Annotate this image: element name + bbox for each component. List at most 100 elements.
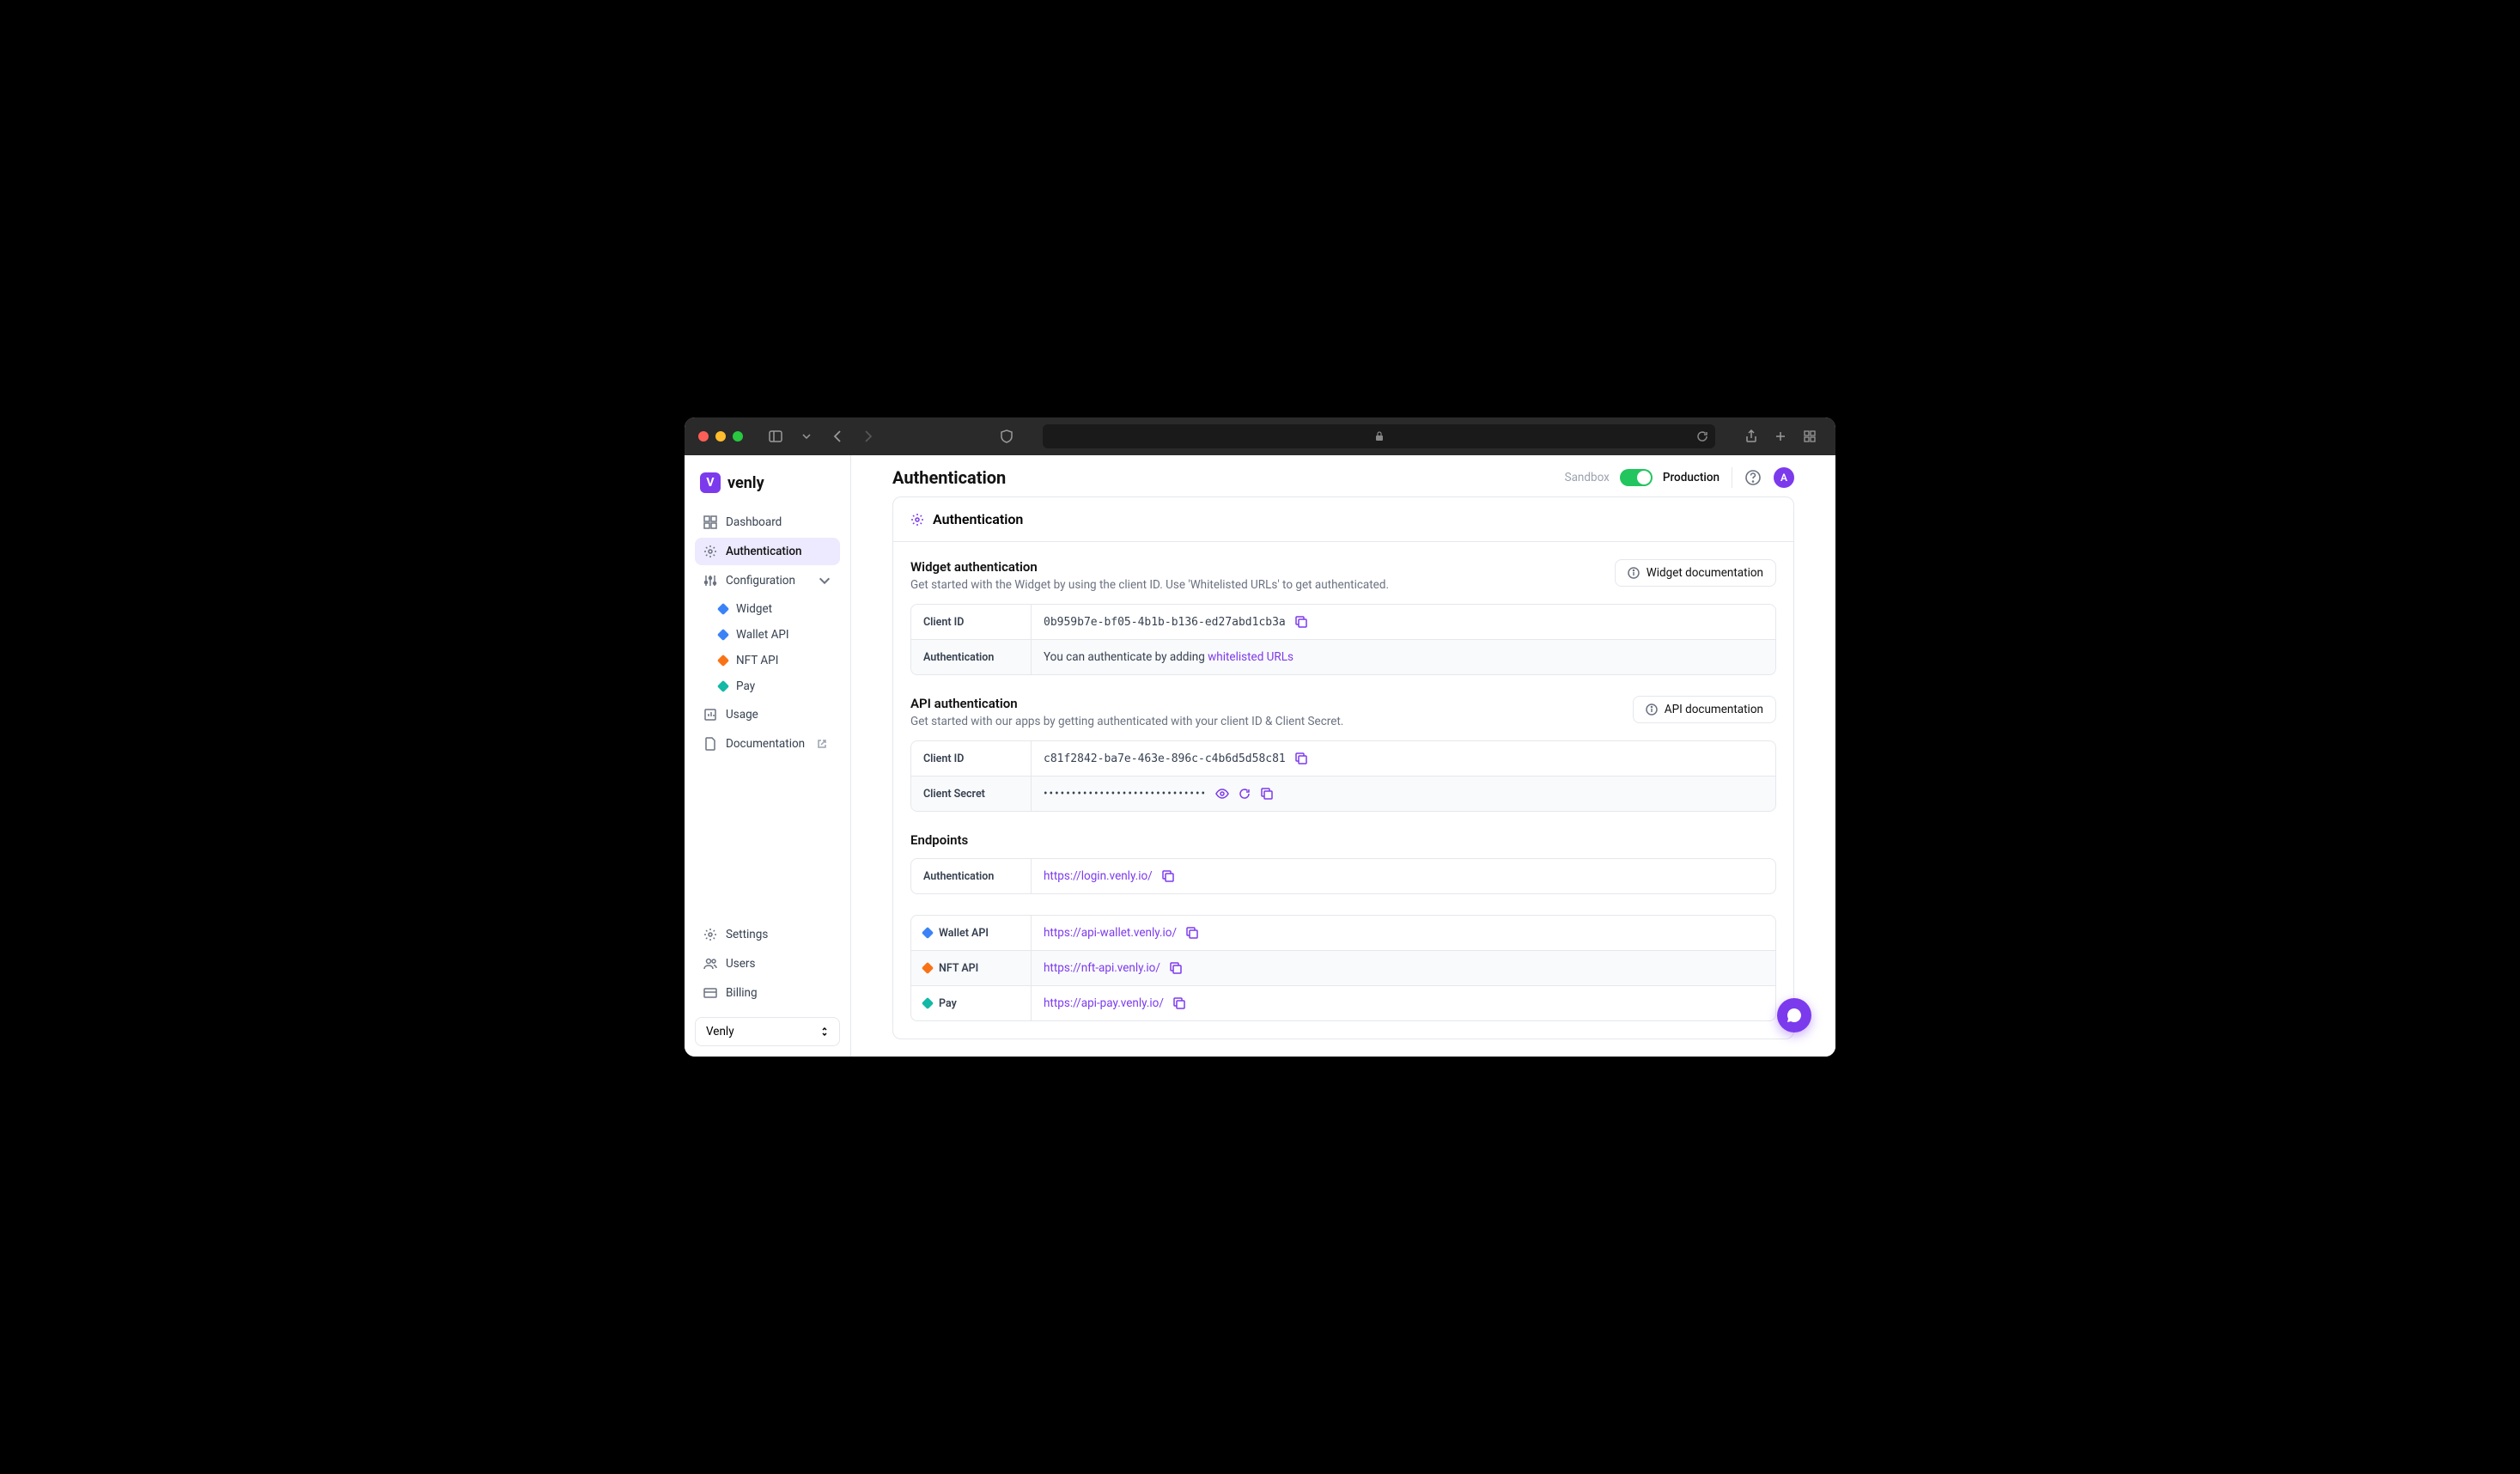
sidebar-item-wallet-api[interactable]: Wallet API (710, 622, 840, 648)
env-toggle[interactable] (1620, 469, 1653, 486)
cell-label: Pay (911, 986, 1032, 1020)
cell-label: Authentication (911, 640, 1032, 674)
copy-icon[interactable] (1260, 787, 1274, 801)
nav-label: Billing (726, 986, 758, 1000)
api-section-head: API authentication Get started with our … (910, 696, 1776, 728)
sidebar-item-configuration[interactable]: Configuration (695, 567, 840, 594)
nav-label: Settings (726, 928, 768, 941)
nav-label: Documentation (726, 737, 805, 751)
api-doc-button[interactable]: API documentation (1633, 696, 1776, 723)
sidebar-item-users[interactable]: Users (695, 950, 840, 978)
gear-icon (910, 513, 924, 527)
auth-card: Authentication Widget authentication Get… (892, 496, 1794, 1039)
nav-main: Dashboard Authentication Configuration W… (695, 509, 840, 758)
document-icon (703, 737, 717, 751)
endpoints-table-2: Wallet API https://api-wallet.venly.io/ … (910, 915, 1776, 1021)
logo-text: venly (727, 474, 764, 492)
org-name: Venly (706, 1025, 734, 1038)
sidebar-item-settings[interactable]: Settings (695, 921, 840, 948)
logo[interactable]: V venly (695, 469, 840, 509)
forward-icon (856, 424, 880, 448)
cell-label: Client ID (911, 605, 1032, 639)
topbar: Authentication Sandbox Production A (851, 455, 1835, 496)
sidebar-item-widget[interactable]: Widget (710, 596, 840, 622)
endpoints-title: Endpoints (910, 832, 1776, 848)
diamond-icon (717, 655, 729, 667)
address-bar[interactable] (1043, 424, 1715, 448)
sort-icon (820, 1026, 829, 1038)
endpoints-table: Authentication https://login.venly.io/ (910, 858, 1776, 894)
sidebar-item-dashboard[interactable]: Dashboard (695, 509, 840, 536)
whitelisted-urls-link[interactable]: whitelisted URLs (1208, 650, 1293, 664)
help-icon[interactable] (1744, 469, 1762, 486)
new-tab-icon[interactable] (1768, 424, 1793, 448)
maximize-window[interactable] (733, 431, 743, 442)
widget-doc-button[interactable]: Widget documentation (1615, 559, 1776, 587)
section-title: API authentication (910, 696, 1343, 711)
org-selector[interactable]: Venly (695, 1017, 840, 1046)
cell-label: Client Secret (911, 777, 1032, 811)
nav-label: Authentication (726, 545, 802, 558)
tabs-icon[interactable] (1798, 424, 1822, 448)
chat-fab[interactable] (1777, 998, 1811, 1032)
chevron-down-icon[interactable] (794, 424, 819, 448)
cell-label: Client ID (911, 741, 1032, 776)
nav-label: Users (726, 957, 755, 971)
copy-icon[interactable] (1169, 961, 1183, 975)
client-id-value: 0b959b7e-bf05-4b1b-b136-ed27abd1cb3a (1044, 616, 1286, 629)
refresh-icon[interactable] (1696, 430, 1708, 442)
gear-icon (703, 545, 717, 558)
copy-icon[interactable] (1294, 615, 1308, 629)
endpoint-url[interactable]: https://login.venly.io/ (1044, 869, 1153, 883)
gear-icon (703, 928, 717, 941)
sidebar-item-usage[interactable]: Usage (695, 701, 840, 728)
endpoint-url[interactable]: https://api-pay.venly.io/ (1044, 996, 1164, 1010)
endpoint-url[interactable]: https://api-wallet.venly.io/ (1044, 926, 1177, 940)
config-submenu: Widget Wallet API NFT API Pay (695, 596, 840, 699)
credit-card-icon (703, 986, 717, 1000)
shield-icon[interactable] (995, 424, 1019, 448)
sandbox-label: Sandbox (1565, 471, 1610, 484)
page-title: Authentication (892, 467, 1006, 488)
nav-label: NFT API (736, 654, 778, 667)
copy-icon[interactable] (1185, 926, 1199, 940)
sidebar-item-nft-api[interactable]: NFT API (710, 648, 840, 673)
sidebar-item-billing[interactable]: Billing (695, 979, 840, 1007)
table-row: NFT API https://nft-api.venly.io/ (911, 951, 1775, 986)
chevron-down-icon (818, 574, 831, 588)
diamond-icon (922, 927, 934, 939)
traffic-lights (698, 431, 743, 442)
nav-label: Usage (726, 708, 758, 722)
chart-icon (703, 708, 717, 722)
sidebar: V venly Dashboard Authentication Configu… (685, 455, 851, 1057)
eye-icon[interactable] (1215, 787, 1229, 801)
copy-icon[interactable] (1294, 752, 1308, 765)
sidebar-item-documentation[interactable]: Documentation (695, 730, 840, 758)
copy-icon[interactable] (1172, 996, 1186, 1010)
chat-icon (1786, 1007, 1803, 1024)
minimize-window[interactable] (715, 431, 726, 442)
refresh-icon[interactable] (1238, 787, 1251, 801)
sidebar-item-authentication[interactable]: Authentication (695, 538, 840, 565)
section-desc: Get started with our apps by getting aut… (910, 715, 1343, 728)
close-window[interactable] (698, 431, 709, 442)
browser-titlebar (685, 417, 1835, 455)
table-row: Client ID 0b959b7e-bf05-4b1b-b136-ed27ab… (911, 605, 1775, 640)
sliders-icon (703, 574, 717, 588)
users-icon (703, 957, 717, 971)
table-row: Client Secret ••••••••••••••••••••••••••… (911, 777, 1775, 811)
table-row: Client ID c81f2842-ba7e-463e-896c-c4b6d5… (911, 741, 1775, 777)
avatar[interactable]: A (1774, 467, 1794, 488)
back-icon[interactable] (825, 424, 849, 448)
sidebar-toggle-icon[interactable] (764, 424, 788, 448)
nav-label: Configuration (726, 574, 795, 588)
endpoint-url[interactable]: https://nft-api.venly.io/ (1044, 961, 1160, 975)
dashboard-icon (703, 515, 717, 529)
copy-icon[interactable] (1161, 869, 1175, 883)
lock-icon (1375, 431, 1384, 442)
sidebar-item-pay[interactable]: Pay (710, 673, 840, 699)
widget-section-head: Widget authentication Get started with t… (910, 559, 1776, 592)
diamond-icon (922, 962, 934, 974)
logo-mark: V (700, 472, 721, 493)
share-icon[interactable] (1739, 424, 1763, 448)
